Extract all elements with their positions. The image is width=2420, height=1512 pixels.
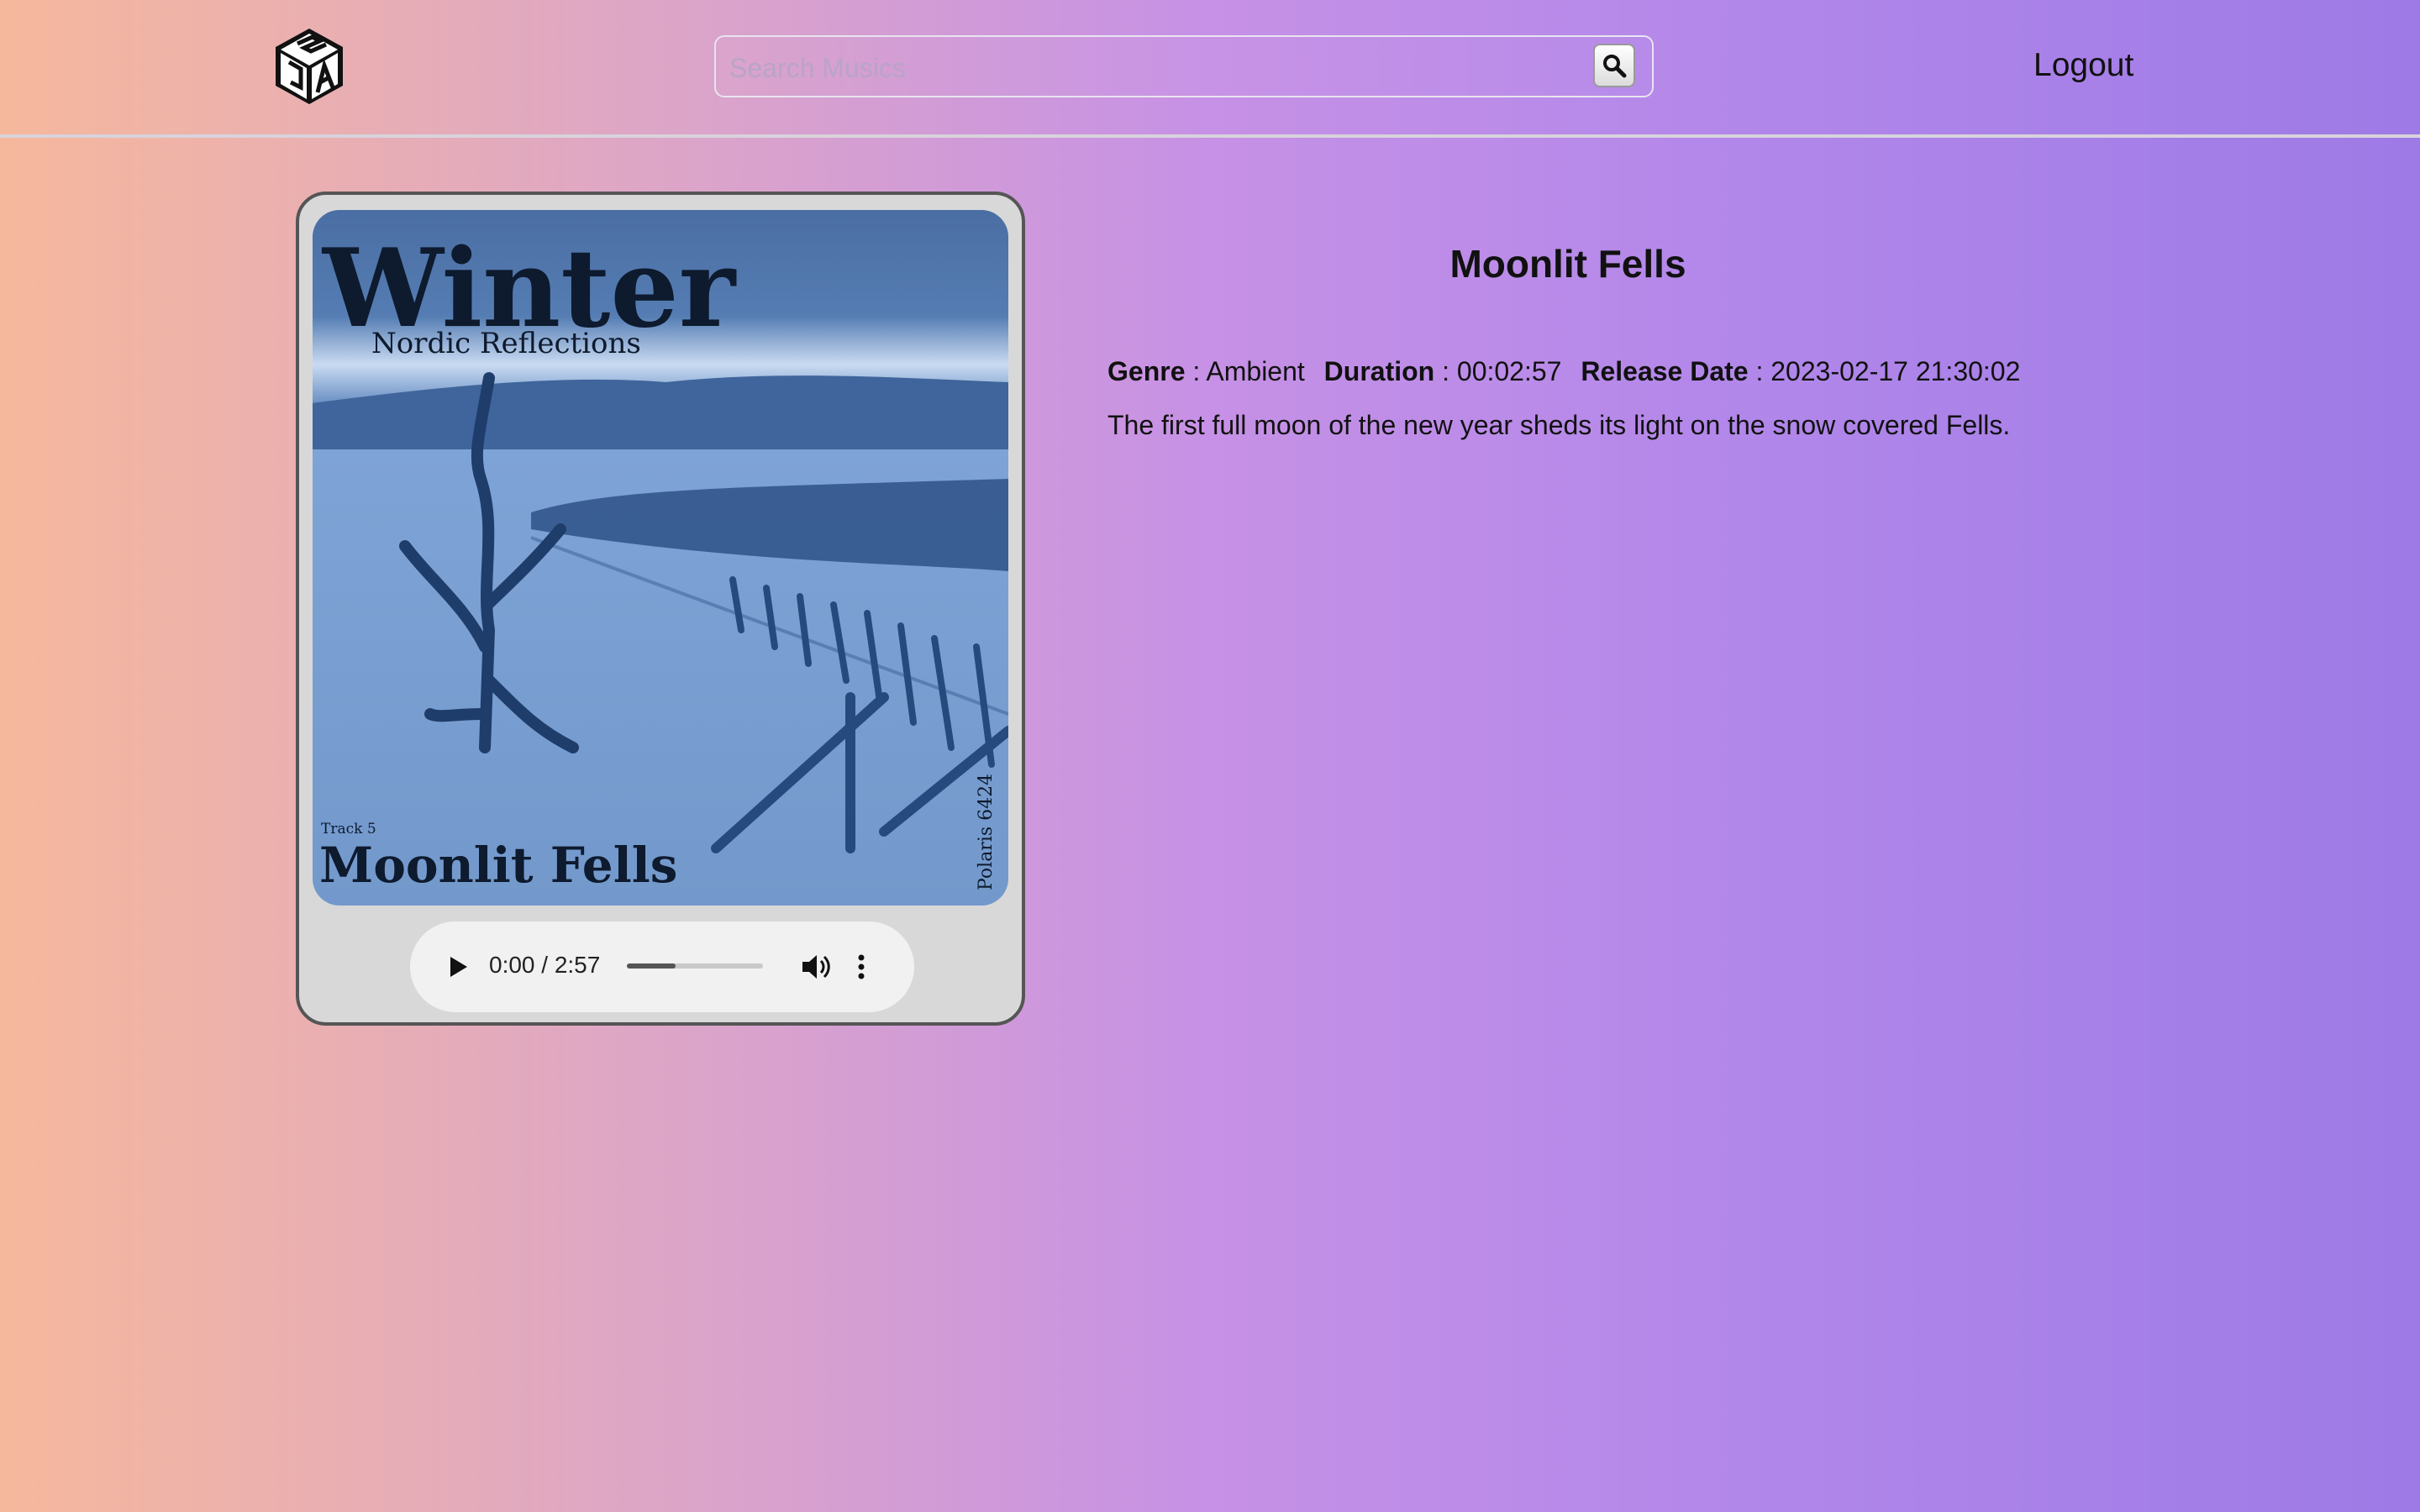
more-options-button[interactable] [853, 950, 870, 984]
track-card: Winter Nordic Reflections Track 5 Moonli… [296, 192, 1025, 1026]
duration-value: 00:02:57 [1456, 356, 1562, 386]
audio-player: 0:00 / 2:57 [410, 921, 914, 1012]
cover-catalog: Polaris 6424 [976, 774, 997, 890]
progress-slider[interactable] [627, 963, 763, 969]
album-cover: Winter Nordic Reflections Track 5 Moonli… [313, 210, 1008, 906]
logout-button[interactable]: Logout [2033, 47, 2133, 84]
more-vertical-icon [858, 954, 865, 979]
volume-icon [802, 955, 830, 979]
search-input[interactable] [728, 45, 1571, 91]
track-description: The first full moon of the new year shed… [1107, 410, 2011, 440]
track-meta: Genre : Ambient Duration : 00:02:57 Rele… [1107, 356, 2020, 387]
search-icon [1603, 55, 1627, 78]
release-separator: : [1755, 356, 1764, 386]
logo-icon[interactable] [269, 25, 350, 106]
cover-track-name: Moonlit Fells [319, 837, 677, 894]
search-button[interactable] [1593, 44, 1635, 87]
duration-label: Duration [1323, 356, 1435, 386]
release-date-value: 2023-02-17 21:30:02 [1770, 356, 2021, 386]
cover-subtitle: Nordic Reflections [371, 327, 641, 360]
duration-separator: : [1442, 356, 1449, 386]
cover-track-number: Track 5 [321, 821, 376, 837]
time-display: 0:00 / 2:57 [489, 952, 601, 978]
volume-button[interactable] [798, 950, 832, 984]
track-title: Moonlit Fells [1449, 242, 1686, 286]
search-bar [714, 35, 1654, 97]
genre-separator: : [1192, 356, 1201, 386]
release-date-label: Release Date [1581, 356, 1749, 386]
genre-label: Genre [1107, 356, 1186, 386]
progress-fill [627, 963, 676, 969]
play-button[interactable] [440, 950, 474, 984]
navbar: Logout [0, 0, 2420, 138]
genre-value: Ambient [1206, 356, 1305, 386]
play-icon [450, 957, 467, 977]
